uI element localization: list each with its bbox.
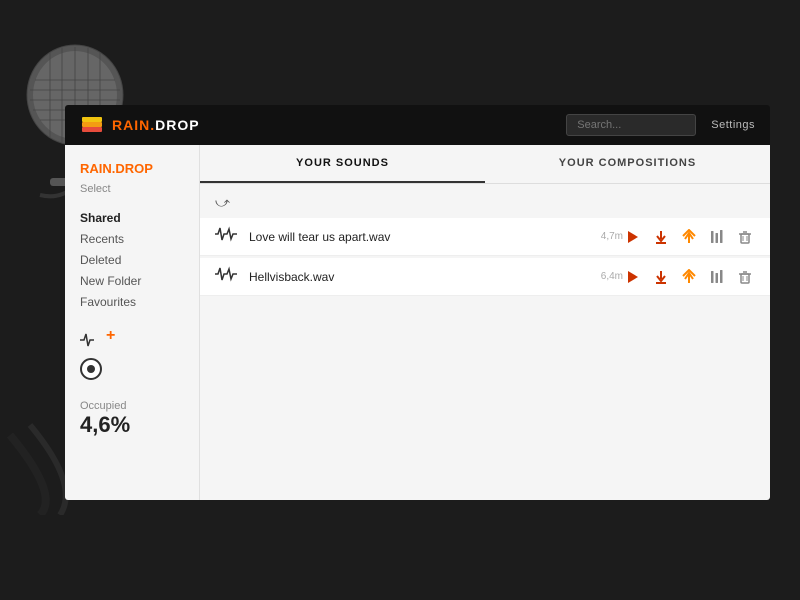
play-button-1[interactable] [623, 227, 643, 247]
waveform-add-icon: + [80, 330, 115, 350]
download-icon [653, 229, 669, 245]
delete-button-2[interactable] [735, 267, 755, 287]
logo-accent: DROP [155, 117, 199, 133]
mixer-button-2[interactable] [707, 267, 727, 287]
content-area: YOUR SOUNDS YOUR COMPOSITIONS ⤻ Love wil… [200, 145, 770, 500]
occupied-section: Occupied 4,6% [80, 395, 184, 438]
settings-button[interactable]: Settings [711, 119, 755, 131]
play-icon [625, 229, 641, 245]
file-row: Love will tear us apart.wav 4,7m [200, 218, 770, 256]
file-duration-2: 6,4m [601, 271, 623, 282]
file-row: Hellvisback.wav 6,4m [200, 258, 770, 296]
occupied-value: 4,6% [80, 412, 184, 438]
tab-sounds[interactable]: YOUR SOUNDS [200, 145, 485, 183]
sidebar: RAIN.DROP Select Shared Recents Deleted … [65, 145, 200, 500]
sidebar-brand: RAIN.DROP [80, 160, 184, 178]
share-button-1[interactable] [679, 227, 699, 247]
cursor-icon: ⤻ [215, 194, 230, 211]
track-indicator: ⤻ [200, 189, 770, 216]
sidebar-brand-accent: DROP [115, 161, 153, 176]
logo-brand: RAIN. [112, 117, 155, 133]
sidebar-nav: Shared Recents Deleted New Folder Favour… [80, 210, 184, 310]
occupied-label: Occupied [80, 400, 184, 412]
share-button-2[interactable] [679, 267, 699, 287]
delete-button-1[interactable] [735, 227, 755, 247]
file-name-2: Hellvisback.wav [249, 270, 595, 284]
file-waveform-icon [215, 266, 237, 287]
sidebar-actions: + [80, 330, 184, 380]
play-icon [625, 269, 641, 285]
search-input[interactable] [566, 114, 696, 136]
sidebar-brand-text: RAIN. [80, 161, 115, 176]
download-button-2[interactable] [651, 267, 671, 287]
sidebar-item-recents[interactable]: Recents [80, 231, 184, 247]
share-icon [681, 229, 697, 245]
file-name-1: Love will tear us apart.wav [249, 230, 595, 244]
file-duration-1: 4,7m [601, 231, 623, 242]
share-icon [681, 269, 697, 285]
sidebar-item-shared[interactable]: Shared [80, 210, 184, 226]
file-actions-1 [623, 227, 755, 247]
sidebar-item-new-folder[interactable]: New Folder [80, 273, 184, 289]
logo-text: RAIN.DROP [112, 117, 200, 133]
mixer-icon [709, 229, 725, 245]
play-button-2[interactable] [623, 267, 643, 287]
mixer-button-1[interactable] [707, 227, 727, 247]
sidebar-item-favourites[interactable]: Favourites [80, 294, 184, 310]
download-button-1[interactable] [651, 227, 671, 247]
file-actions-2 [623, 267, 755, 287]
tab-compositions[interactable]: YOUR COMPOSITIONS [485, 145, 770, 183]
plus-icon: + [106, 328, 115, 344]
record-icon [80, 358, 102, 380]
mixer-icon [709, 269, 725, 285]
tabs: YOUR SOUNDS YOUR COMPOSITIONS [200, 145, 770, 184]
sidebar-select-label: Select [80, 183, 184, 195]
add-sound-button[interactable]: + [80, 330, 115, 350]
trash-icon [737, 229, 753, 245]
tab-content: ⤻ Love will tear us apart.wav 4,7m [200, 184, 770, 500]
topbar: RAIN.DROP Settings [65, 105, 770, 145]
main-container: RAIN.DROP Select Shared Recents Deleted … [65, 145, 770, 500]
trash-icon [737, 269, 753, 285]
record-button[interactable] [80, 358, 102, 380]
download-icon [653, 269, 669, 285]
sidebar-item-deleted[interactable]: Deleted [80, 252, 184, 268]
logo-icon [80, 113, 104, 137]
logo-area: RAIN.DROP [80, 113, 200, 137]
file-waveform-icon [215, 226, 237, 247]
